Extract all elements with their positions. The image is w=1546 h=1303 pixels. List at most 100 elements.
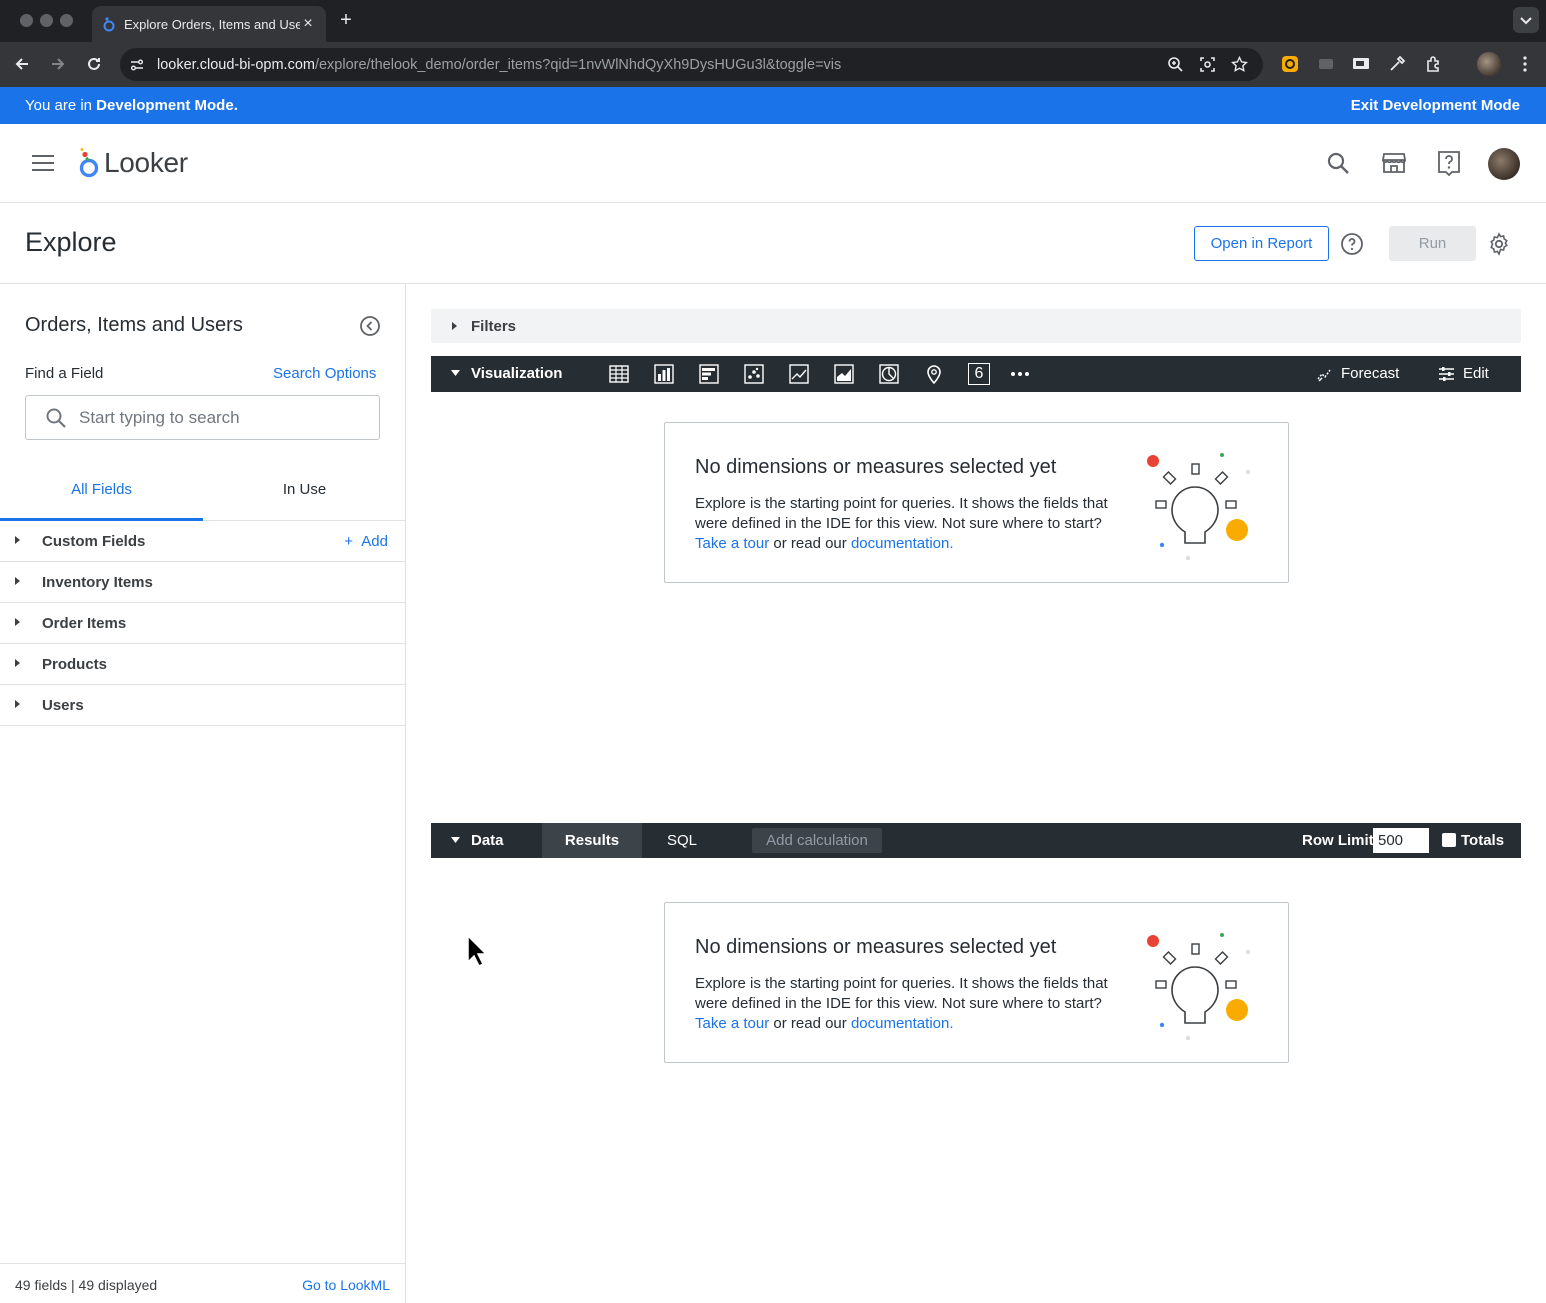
scatter-icon[interactable] [743, 363, 765, 385]
forecast-button[interactable]: Forecast [1317, 365, 1399, 382]
development-mode-banner: You are in Development Mode. Exit Develo… [0, 87, 1546, 124]
lightbulb-illustration-icon [1147, 933, 1251, 1041]
new-tab-icon[interactable]: + [336, 10, 356, 30]
close-tab-icon[interactable]: × [300, 15, 316, 33]
add-calculation-button[interactable]: Add calculation [752, 828, 882, 853]
bar-chart-icon[interactable] [698, 363, 720, 385]
exit-development-mode-link[interactable]: Exit Development Mode [1351, 97, 1520, 114]
extension-screen-icon[interactable] [1351, 54, 1371, 74]
table-icon[interactable] [608, 363, 630, 385]
view-order-items[interactable]: Order Items [0, 603, 405, 644]
profile-avatar[interactable] [1477, 52, 1501, 76]
caret-down-icon[interactable] [450, 369, 461, 377]
tab-in-use[interactable]: In Use [203, 462, 406, 521]
empty-state-body: Explore is the starting point for querie… [695, 975, 1108, 1032]
add-custom-field-link[interactable]: + Add [344, 533, 388, 550]
field-picker: Orders, Items and Users Find a Field Sea… [0, 284, 406, 1303]
reload-icon[interactable] [84, 54, 104, 74]
tab-results[interactable]: Results [542, 823, 642, 858]
documentation-link[interactable]: documentation. [851, 535, 954, 552]
question-circle-icon[interactable] [1340, 232, 1364, 256]
looker-logo-icon [79, 148, 99, 178]
find-field-label: Find a Field [25, 365, 104, 382]
view-inventory-items[interactable]: Inventory Items [0, 562, 405, 603]
edit-visualization-button[interactable]: Edit [1438, 365, 1489, 382]
looker-favicon-icon [103, 17, 115, 32]
back-arrow-icon[interactable] [12, 54, 32, 74]
view-products[interactable]: Products [0, 644, 405, 685]
data-empty-state: No dimensions or measures selected yet E… [664, 902, 1289, 1063]
field-tabs: All Fields In Use [0, 462, 405, 521]
looker-header: Looker [0, 124, 1546, 203]
extensions-puzzle-icon[interactable] [1424, 54, 1444, 74]
forward-arrow-icon[interactable] [48, 54, 68, 74]
looker-logo[interactable]: Looker [78, 147, 188, 179]
column-chart-icon[interactable] [653, 363, 675, 385]
filters-label: Filters [471, 318, 517, 335]
sliders-icon [1439, 366, 1454, 381]
filters-section-header[interactable]: Filters [431, 309, 1521, 343]
take-a-tour-link[interactable]: Take a tour [695, 535, 769, 552]
pie-chart-icon[interactable] [878, 363, 900, 385]
lightbulb-illustration-icon [1147, 453, 1251, 561]
totals-checkbox[interactable] [1442, 833, 1456, 847]
lens-icon[interactable] [1199, 56, 1216, 73]
visualization-empty-state: No dimensions or measures selected yet E… [664, 422, 1289, 583]
row-limit-label: Row Limit [1302, 832, 1374, 849]
tab-search-button[interactable] [1513, 7, 1539, 33]
hamburger-menu-icon[interactable] [31, 154, 55, 172]
bookmark-star-icon[interactable] [1231, 56, 1248, 73]
browser-menu-icon[interactable] [1515, 54, 1535, 74]
search-options-link[interactable]: Search Options [273, 365, 376, 382]
collapse-sidebar-icon[interactable] [359, 315, 381, 337]
map-pin-icon[interactable] [923, 363, 945, 385]
window-close-button[interactable] [20, 14, 33, 27]
field-search-input[interactable] [79, 407, 359, 428]
tab-all-fields[interactable]: All Fields [0, 462, 203, 521]
tab-sql[interactable]: SQL [667, 832, 697, 849]
view-custom-fields[interactable]: Custom Fields + Add [0, 521, 405, 562]
field-search-box[interactable] [25, 395, 380, 440]
looker-logo-text: Looker [104, 147, 188, 178]
extension-yellow-icon[interactable] [1280, 54, 1300, 74]
address-bar[interactable]: looker.cloud-bi-opm.com/explore/thelook_… [120, 48, 1263, 81]
more-icon[interactable] [1009, 363, 1031, 385]
line-chart-icon[interactable] [788, 363, 810, 385]
explore-header: Explore Open in Report Run [0, 203, 1546, 284]
window-zoom-button[interactable] [60, 14, 73, 27]
visualization-label[interactable]: Visualization [471, 365, 562, 382]
zoom-icon[interactable] [1167, 56, 1184, 73]
caret-down-icon[interactable] [450, 836, 461, 844]
field-picker-footer: 49 fields | 49 displayed Go to LookML [0, 1263, 405, 1303]
site-settings-icon[interactable] [129, 57, 145, 73]
data-label[interactable]: Data [471, 832, 504, 849]
view-label: Inventory Items [42, 574, 153, 591]
browser-tab[interactable]: Explore Orders, Items and Users × [92, 6, 326, 42]
explore-name: Orders, Items and Users [25, 314, 243, 336]
mouse-cursor-icon [467, 934, 488, 968]
row-limit-input[interactable] [1373, 828, 1429, 853]
go-to-lookml-link[interactable]: Go to LookML [302, 1277, 390, 1293]
open-in-report-button[interactable]: Open in Report [1194, 226, 1329, 261]
edit-label: Edit [1463, 365, 1489, 382]
help-icon[interactable] [1436, 150, 1462, 176]
extension-cast-icon[interactable] [1316, 54, 1336, 74]
caret-right-icon [452, 322, 457, 330]
search-icon[interactable] [1325, 150, 1351, 176]
gear-icon[interactable] [1487, 232, 1511, 256]
single-value-icon[interactable]: 6 [968, 363, 990, 385]
plus-icon: + [344, 533, 362, 550]
area-chart-icon[interactable] [833, 363, 855, 385]
take-a-tour-link[interactable]: Take a tour [695, 1015, 769, 1032]
window-minimize-button[interactable] [40, 14, 53, 27]
documentation-link[interactable]: documentation. [851, 1015, 954, 1032]
eyedropper-icon[interactable] [1387, 54, 1407, 74]
run-button[interactable]: Run [1389, 226, 1476, 261]
caret-right-icon [15, 700, 20, 708]
user-avatar[interactable] [1488, 148, 1520, 180]
view-users[interactable]: Users [0, 685, 405, 726]
marketplace-icon[interactable] [1381, 150, 1407, 176]
chevron-down-icon [1520, 17, 1532, 25]
view-label: Order Items [42, 615, 127, 632]
browser-tab-strip: Explore Orders, Items and Users × + [0, 0, 1546, 42]
